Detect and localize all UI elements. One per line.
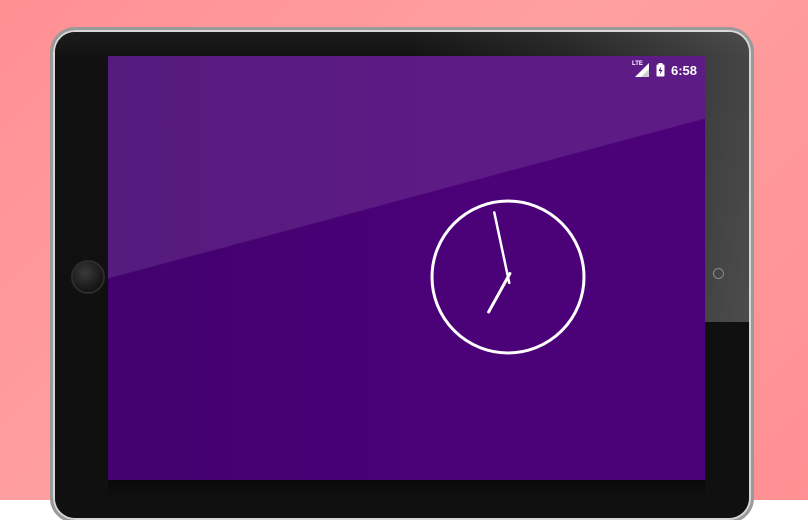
status-time: 6:58 [670, 62, 697, 78]
clock-hour-hand [487, 272, 512, 314]
lte-signal-icon: LTE [632, 61, 650, 77]
proximity-sensor [713, 268, 724, 279]
device-screen: LTE 6:58 [108, 56, 705, 480]
clock-minute-hand [493, 211, 511, 285]
status-bar: LTE 6:58 [632, 60, 697, 80]
screen-bottom-shadow [108, 480, 705, 500]
analog-clock[interactable] [430, 199, 586, 355]
home-button[interactable] [71, 260, 105, 294]
screen-glare [108, 56, 705, 480]
battery-charging-icon [656, 63, 665, 77]
